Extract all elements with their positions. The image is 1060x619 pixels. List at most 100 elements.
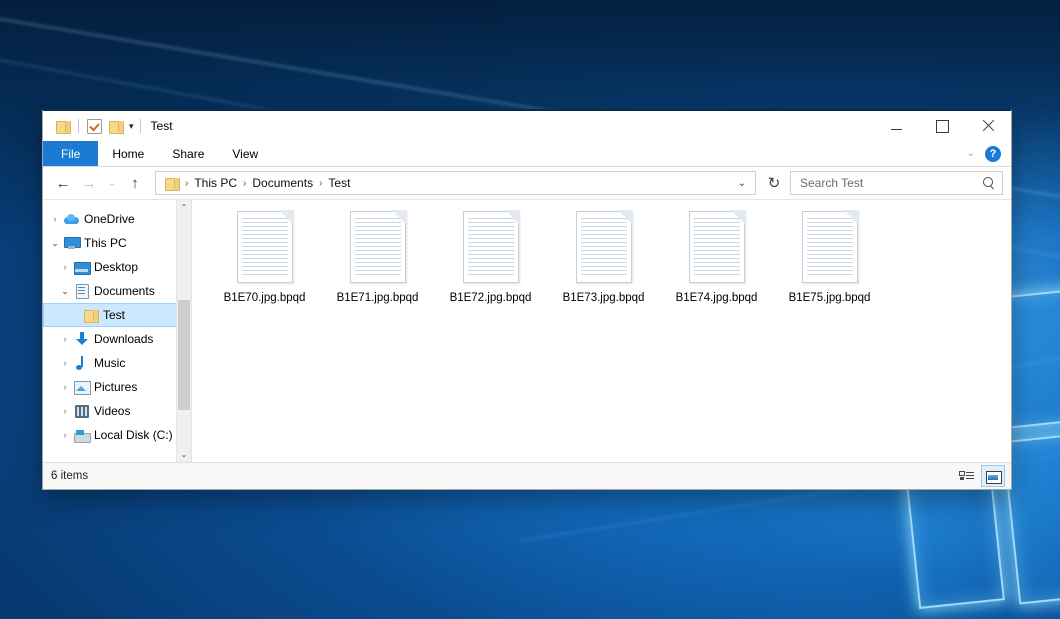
file-item[interactable]: B1E74.jpg.bpqd xyxy=(660,208,773,333)
maximize-button[interactable] xyxy=(919,111,965,141)
file-item[interactable]: B1E71.jpg.bpqd xyxy=(321,208,434,333)
chevron-right-icon[interactable]: › xyxy=(57,358,73,368)
sidebar-item-label: Documents xyxy=(94,284,155,298)
maximize-icon xyxy=(936,120,949,133)
sidebar-item-documents[interactable]: ⌄ Documents xyxy=(43,279,191,303)
close-icon xyxy=(982,120,994,132)
search-input[interactable] xyxy=(798,175,983,191)
up-button[interactable]: ↑ xyxy=(123,171,147,195)
chevron-down-icon[interactable]: ▾ xyxy=(127,122,136,131)
sidebar-item-downloads[interactable]: › Downloads xyxy=(43,327,191,351)
address-bar: ← → ⌄ ↑ › This PC › Documents › Test ⌄ ↻ xyxy=(43,167,1011,199)
file-item[interactable]: B1E73.jpg.bpqd xyxy=(547,208,660,333)
sidebar-item-label: Test xyxy=(103,308,125,322)
folder-tree: › OneDrive ⌄ This PC › Desktop xyxy=(43,200,191,447)
file-list-pane[interactable]: B1E70.jpg.bpqd B1E71.jpg.bpqd xyxy=(192,200,1011,462)
chevron-right-icon[interactable]: › xyxy=(57,334,73,344)
properties-checkbox-icon[interactable] xyxy=(83,115,105,137)
large-icons-view-button[interactable] xyxy=(981,465,1005,487)
sidebar-item-music[interactable]: › Music xyxy=(43,351,191,375)
file-item[interactable]: B1E75.jpg.bpqd xyxy=(773,208,886,333)
pictures-icon xyxy=(73,381,90,393)
computer-icon xyxy=(63,237,80,249)
scroll-up-icon[interactable]: ⌃ xyxy=(177,200,191,215)
sidebar-item-desktop[interactable]: › Desktop xyxy=(43,255,191,279)
chevron-right-icon[interactable]: › xyxy=(57,430,73,440)
chevron-right-icon[interactable]: › xyxy=(57,406,73,416)
sidebar-item-label: This PC xyxy=(84,236,127,250)
chevron-down-icon[interactable]: ⌄ xyxy=(963,148,979,159)
sidebar-item-label: Music xyxy=(94,356,125,370)
disk-icon xyxy=(73,430,90,441)
navigation-pane: › OneDrive ⌄ This PC › Desktop xyxy=(43,200,192,462)
refresh-button[interactable]: ↻ xyxy=(762,171,786,195)
ribbon-tabs: File Home Share View ⌄ ? xyxy=(43,141,1011,167)
address-input[interactable]: › This PC › Documents › Test ⌄ xyxy=(155,171,756,195)
chevron-right-icon[interactable]: › xyxy=(47,214,63,224)
download-icon xyxy=(73,332,90,346)
window-title: Test xyxy=(151,119,173,133)
sidebar-item-label: OneDrive xyxy=(84,212,135,226)
close-button[interactable] xyxy=(965,111,1011,141)
file-name: B1E73.jpg.bpqd xyxy=(563,291,645,305)
music-icon xyxy=(73,356,90,370)
breadcrumb-folder-icon[interactable] xyxy=(161,173,183,193)
chevron-down-icon[interactable]: ⌄ xyxy=(47,238,63,249)
sidebar-item-label: Downloads xyxy=(94,332,153,346)
scroll-down-icon[interactable]: ⌄ xyxy=(177,447,191,462)
file-explorer-window: ▾ Test File Home Share View ⌄ ? ← → xyxy=(42,109,1012,490)
chevron-right-icon[interactable]: › xyxy=(57,262,73,272)
status-bar: 6 items xyxy=(43,462,1011,489)
chevron-down-icon[interactable]: ⌄ xyxy=(57,286,73,297)
help-button[interactable]: ? xyxy=(985,146,1001,162)
folder-icon[interactable] xyxy=(52,115,74,137)
file-name: B1E71.jpg.bpqd xyxy=(337,291,419,305)
breadcrumb-this-pc[interactable]: This PC xyxy=(190,173,241,193)
breadcrumb-documents[interactable]: Documents xyxy=(248,173,317,193)
ribbon-right-controls: ⌄ ? xyxy=(963,141,1007,166)
breadcrumb-separator: › xyxy=(241,178,248,189)
generic-document-icon xyxy=(463,211,519,283)
toolbar-divider xyxy=(140,119,141,133)
forward-button: → xyxy=(77,171,101,195)
search-box[interactable] xyxy=(790,171,1003,195)
sidebar-item-onedrive[interactable]: › OneDrive xyxy=(43,207,191,231)
scrollbar-thumb[interactable] xyxy=(178,300,190,410)
file-item[interactable]: B1E72.jpg.bpqd xyxy=(434,208,547,333)
back-button[interactable]: ← xyxy=(51,171,75,195)
new-folder-icon[interactable] xyxy=(105,115,127,137)
breadcrumb-separator: › xyxy=(183,178,190,189)
sidebar-item-label: Desktop xyxy=(94,260,138,274)
details-view-icon xyxy=(959,471,974,482)
generic-document-icon xyxy=(689,211,745,283)
generic-document-icon xyxy=(350,211,406,283)
file-name: B1E74.jpg.bpqd xyxy=(676,291,758,305)
tab-file[interactable]: File xyxy=(43,141,98,166)
sidebar-item-pictures[interactable]: › Pictures xyxy=(43,375,191,399)
breadcrumb-test[interactable]: Test xyxy=(324,173,354,193)
folder-icon xyxy=(82,309,99,321)
item-count-label: 6 items xyxy=(51,470,88,482)
window-controls xyxy=(873,111,1011,141)
minimize-button[interactable] xyxy=(873,111,919,141)
large-icons-view-icon xyxy=(986,471,1000,482)
sidebar-item-test[interactable]: Test xyxy=(43,303,191,327)
file-name: B1E70.jpg.bpqd xyxy=(224,291,306,305)
recent-locations-button[interactable]: ⌄ xyxy=(103,171,121,195)
sidebar-item-local-disk[interactable]: › Local Disk (C:) xyxy=(43,423,191,447)
file-item[interactable]: B1E70.jpg.bpqd xyxy=(208,208,321,333)
tab-home[interactable]: Home xyxy=(98,141,158,166)
tab-view[interactable]: View xyxy=(218,141,272,166)
address-dropdown-icon[interactable]: ⌄ xyxy=(731,178,753,189)
sidebar-item-this-pc[interactable]: ⌄ This PC xyxy=(43,231,191,255)
details-view-button[interactable] xyxy=(955,466,977,486)
chevron-right-icon[interactable]: › xyxy=(57,382,73,392)
sidebar-item-label: Videos xyxy=(94,404,130,418)
documents-icon xyxy=(73,284,90,298)
desktop: ▾ Test File Home Share View ⌄ ? ← → xyxy=(0,0,1060,619)
generic-document-icon xyxy=(802,211,858,283)
tab-share[interactable]: Share xyxy=(158,141,218,166)
cloud-icon xyxy=(63,214,80,224)
sidebar-scrollbar[interactable]: ⌃ ⌄ xyxy=(176,200,191,462)
sidebar-item-videos[interactable]: › Videos xyxy=(43,399,191,423)
